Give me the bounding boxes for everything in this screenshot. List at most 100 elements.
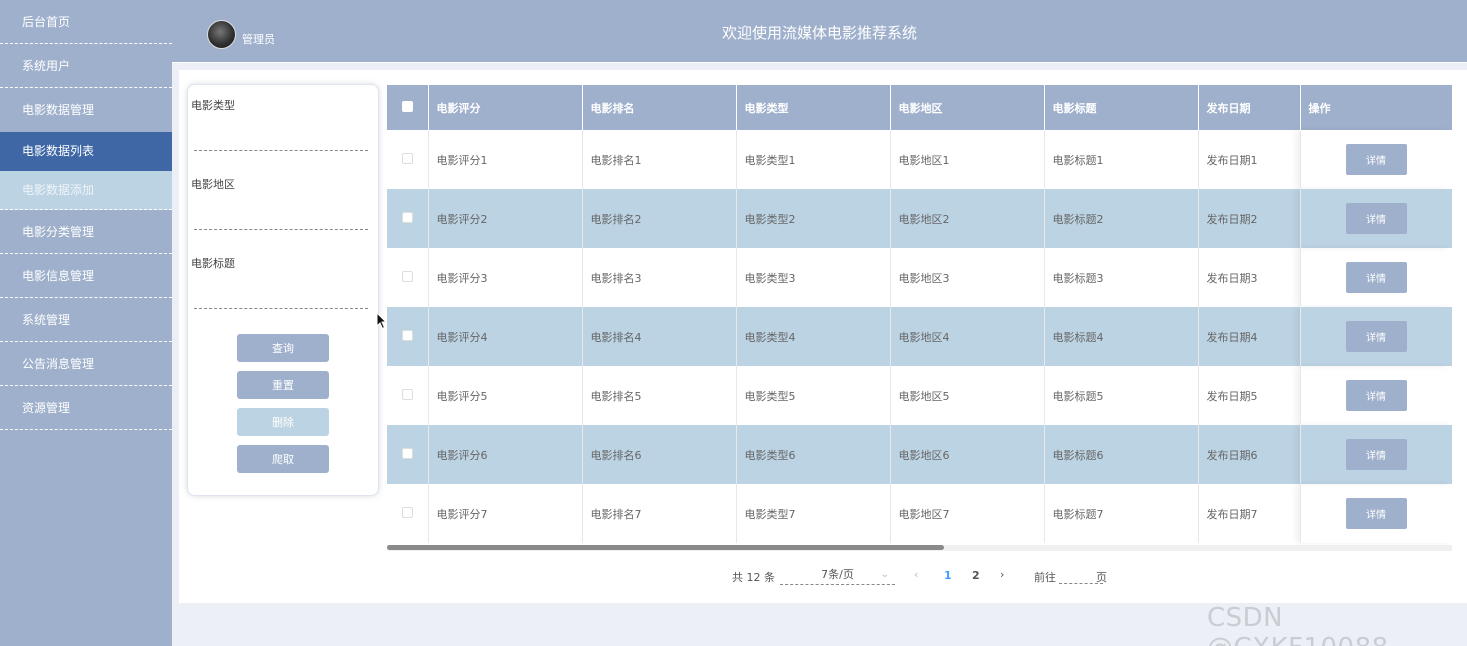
cell-title: 电影标题1 — [1044, 130, 1199, 189]
cell-date: 发布日期4 — [1198, 307, 1301, 366]
scrollbar-thumb[interactable] — [387, 545, 944, 550]
cell-date: 发布日期2 — [1198, 189, 1301, 248]
row-checkbox-cell — [387, 189, 429, 248]
table-row: 电影评分3 电影排名3 电影类型3 电影地区3 电影标题3 发布日期3 详情 — [387, 248, 1452, 307]
page-size-select[interactable]: 7条/页 ⌄ — [780, 567, 895, 585]
cell-rank: 电影排名1 — [582, 130, 737, 189]
cell-action: 详情 — [1300, 248, 1452, 307]
cell-score: 电影评分1 — [428, 130, 583, 189]
cell-title: 电影标题3 — [1044, 248, 1199, 307]
column-header-region: 电影地区 — [890, 85, 1045, 130]
cell-rank: 电影排名5 — [582, 366, 737, 425]
detail-button[interactable]: 详情 — [1345, 498, 1407, 529]
cell-score: 电影评分3 — [428, 248, 583, 307]
cell-date: 发布日期6 — [1198, 425, 1301, 484]
page-suffix-label: 页 — [1096, 571, 1107, 584]
cell-action: 详情 — [1300, 130, 1452, 189]
cell-rank: 电影排名4 — [582, 307, 737, 366]
pagination: 共 12 条 7条/页 ⌄ ‹ 1 2 › 前往 页 — [179, 567, 1467, 587]
cell-type: 电影类型2 — [736, 189, 891, 248]
row-checkbox[interactable] — [401, 211, 413, 223]
cell-rank: 电影排名2 — [582, 189, 737, 248]
page-title: 欢迎使用流媒体电影推荐系统 — [721, 24, 917, 42]
sidebar-item-movie-data-management[interactable]: 电影数据管理 — [0, 88, 172, 132]
cell-type: 电影类型4 — [736, 307, 891, 366]
query-button[interactable]: 查询 — [237, 334, 329, 362]
cell-type: 电影类型5 — [736, 366, 891, 425]
row-checkbox-cell — [387, 425, 429, 484]
chevron-right-icon[interactable]: › — [1000, 568, 1004, 581]
column-header-action: 操作 — [1300, 85, 1452, 130]
movie-region-input[interactable] — [194, 208, 368, 230]
movie-title-label: 电影标题 — [191, 257, 235, 270]
detail-button[interactable]: 详情 — [1345, 144, 1407, 175]
detail-button[interactable]: 详情 — [1345, 262, 1407, 293]
detail-button[interactable]: 详情 — [1345, 439, 1407, 470]
cell-region: 电影地区6 — [890, 425, 1045, 484]
table-row: 电影评分1 电影排名1 电影类型1 电影地区1 电影标题1 发布日期1 详情 — [387, 130, 1452, 189]
cell-action: 详情 — [1300, 484, 1452, 543]
table-row: 电影评分2 电影排名2 电影类型2 电影地区2 电影标题2 发布日期2 详情 — [387, 189, 1452, 248]
cell-type: 电影类型6 — [736, 425, 891, 484]
movie-region-label: 电影地区 — [191, 178, 235, 191]
header: 管理员 欢迎使用流媒体电影推荐系统 — [172, 0, 1467, 63]
chevron-left-icon[interactable]: ‹ — [914, 568, 918, 581]
sidebar-item-home[interactable]: 后台首页 — [0, 0, 172, 44]
cell-score: 电影评分7 — [428, 484, 583, 543]
cell-title: 电影标题5 — [1044, 366, 1199, 425]
sidebar-item-movie-data-add[interactable]: 电影数据添加 — [0, 171, 172, 210]
row-checkbox-cell — [387, 130, 429, 189]
page-size-value: 7条/页 — [821, 568, 854, 581]
detail-button[interactable]: 详情 — [1345, 203, 1407, 234]
row-checkbox[interactable] — [401, 329, 413, 341]
cell-region: 电影地区5 — [890, 366, 1045, 425]
cell-rank: 电影排名3 — [582, 248, 737, 307]
sidebar-item-resource-management[interactable]: 资源管理 — [0, 386, 172, 430]
column-header-date: 发布日期 — [1198, 85, 1301, 130]
column-header-rank: 电影排名 — [582, 85, 737, 130]
page-number-2[interactable]: 2 — [972, 569, 980, 582]
table-row: 电影评分6 电影排名6 电影类型6 电影地区6 电影标题6 发布日期6 详情 — [387, 425, 1452, 484]
cell-region: 电影地区1 — [890, 130, 1045, 189]
cell-title: 电影标题4 — [1044, 307, 1199, 366]
cell-type: 电影类型7 — [736, 484, 891, 543]
table-row: 电影评分5 电影排名5 电影类型5 电影地区5 电影标题5 发布日期5 详情 — [387, 366, 1452, 425]
table-header-row: 电影评分 电影排名 电影类型 电影地区 电影标题 发布日期 操作 — [387, 85, 1452, 130]
cell-title: 电影标题2 — [1044, 189, 1199, 248]
goto-label: 前往 — [1034, 571, 1056, 584]
delete-button[interactable]: 删除 — [237, 408, 329, 436]
sidebar-item-announcement-management[interactable]: 公告消息管理 — [0, 342, 172, 386]
table-row: 电影评分4 电影排名4 电影类型4 电影地区4 电影标题4 发布日期4 详情 — [387, 307, 1452, 366]
column-header-title: 电影标题 — [1044, 85, 1199, 130]
row-checkbox-cell — [387, 484, 429, 543]
cell-action: 详情 — [1300, 366, 1452, 425]
cell-action: 详情 — [1300, 189, 1452, 248]
sidebar-item-movie-data-list[interactable]: 电影数据列表 — [0, 132, 172, 171]
mouse-cursor-icon — [376, 312, 388, 330]
crawl-button[interactable]: 爬取 — [237, 445, 329, 473]
detail-button[interactable]: 详情 — [1345, 380, 1407, 411]
movie-title-input[interactable] — [194, 287, 368, 309]
movie-type-label: 电影类型 — [191, 99, 235, 112]
row-checkbox[interactable] — [401, 270, 413, 282]
select-all-checkbox[interactable] — [401, 100, 413, 112]
cell-date: 发布日期5 — [1198, 366, 1301, 425]
horizontal-scrollbar[interactable] — [387, 545, 1452, 551]
sidebar-item-system-management[interactable]: 系统管理 — [0, 298, 172, 342]
row-checkbox-cell — [387, 248, 429, 307]
sidebar-item-system-users[interactable]: 系统用户 — [0, 44, 172, 88]
row-checkbox[interactable] — [401, 388, 413, 400]
sidebar-item-movie-info-management[interactable]: 电影信息管理 — [0, 254, 172, 298]
watermark: CSDN @CXKF10088 — [1207, 603, 1388, 646]
page-number-1[interactable]: 1 — [944, 569, 952, 582]
cell-score: 电影评分4 — [428, 307, 583, 366]
detail-button[interactable]: 详情 — [1345, 321, 1407, 352]
cell-region: 电影地区3 — [890, 248, 1045, 307]
row-checkbox[interactable] — [401, 506, 413, 518]
sidebar-item-movie-category-management[interactable]: 电影分类管理 — [0, 210, 172, 254]
row-checkbox[interactable] — [401, 152, 413, 164]
movie-type-input[interactable] — [194, 129, 368, 151]
cell-type: 电影类型3 — [736, 248, 891, 307]
row-checkbox[interactable] — [401, 447, 413, 459]
reset-button[interactable]: 重置 — [237, 371, 329, 399]
